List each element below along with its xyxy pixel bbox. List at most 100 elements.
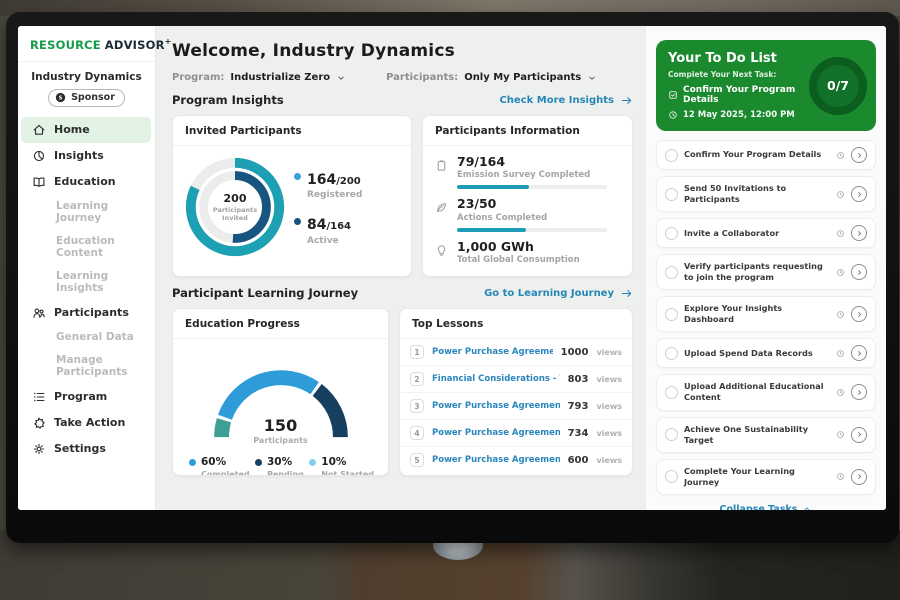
task-open-button[interactable] bbox=[851, 147, 867, 163]
todo-panel: Your To Do List Complete Your Next Task:… bbox=[645, 26, 886, 510]
task-open-button[interactable] bbox=[851, 225, 867, 241]
sponsor-label: Sponsor bbox=[71, 92, 115, 103]
task-row-send-50-invitations-to-participants[interactable]: Send 50 Invitations to Participants bbox=[656, 176, 876, 212]
photo-scene: RESOURCE ADVISOR+ Industry Dynamics S Sp… bbox=[0, 0, 900, 600]
program-filter-dropdown[interactable]: Program: Industrialize Zero bbox=[172, 72, 346, 83]
todo-next-task-label: Confirm Your Program Details bbox=[683, 85, 803, 105]
task-row-upload-additional-educational-content[interactable]: Upload Additional Educational Content bbox=[656, 374, 876, 410]
task-open-button[interactable] bbox=[851, 345, 867, 361]
check-more-insights-link[interactable]: Check More Insights bbox=[499, 94, 633, 107]
task-row-verify-participants-requesting-to-join-the-program[interactable]: Verify participants requesting to join t… bbox=[656, 254, 876, 290]
progress-bar-fill bbox=[457, 185, 529, 189]
info-label: Emission Survey Completed bbox=[457, 170, 607, 180]
sidebar-item-label: Learning Journey bbox=[56, 200, 141, 224]
lesson-link[interactable]: Power Purchase Agreements 102 bbox=[432, 428, 560, 438]
task-label: Verify participants requesting to join t… bbox=[684, 261, 830, 283]
info-value: 23/50 bbox=[457, 197, 607, 211]
sidebar-item-insights[interactable]: Insights bbox=[18, 143, 155, 169]
legend-label: Registered bbox=[307, 190, 362, 200]
collapse-tasks-link[interactable]: Collapse Tasks bbox=[656, 501, 876, 510]
legend-value: 164 bbox=[307, 172, 336, 188]
task-row-complete-your-learning-journey[interactable]: Complete Your Learning Journey bbox=[656, 459, 876, 495]
sidebar-item-education[interactable]: Education bbox=[18, 169, 155, 195]
task-time-icon bbox=[836, 388, 845, 397]
task-checkbox[interactable] bbox=[665, 428, 678, 441]
lesson-row: 1 Power Purchase Agreements 101 1000 vie… bbox=[400, 339, 632, 366]
monitor-bezel: RESOURCE ADVISOR+ Industry Dynamics S Sp… bbox=[6, 12, 899, 543]
task-checkbox[interactable] bbox=[665, 266, 678, 279]
journey-cards-row: Education Progress 150 Participants bbox=[172, 308, 633, 476]
sidebar-nav: Home Insights Education bbox=[18, 117, 155, 462]
lesson-rank: 5 bbox=[410, 453, 424, 467]
legend-label: Active bbox=[307, 236, 351, 246]
lesson-link[interactable]: Financial Considerations - VPPAs bbox=[432, 374, 560, 384]
sidebar-item-manage-participants[interactable]: Manage Participants bbox=[18, 349, 155, 384]
task-checkbox[interactable] bbox=[665, 386, 678, 399]
sidebar-item-participants[interactable]: Participants bbox=[18, 300, 155, 326]
program-insights-title: Program Insights bbox=[172, 93, 284, 107]
sidebar-item-learning-journey[interactable]: Learning Journey bbox=[18, 195, 155, 230]
collapse-tasks-label: Collapse Tasks bbox=[720, 504, 798, 510]
progress-bar-fill bbox=[457, 228, 526, 232]
info-row: 23/50 Actions Completed bbox=[435, 197, 620, 231]
chevron-down-icon bbox=[336, 73, 346, 83]
sidebar-item-label: Program bbox=[54, 390, 107, 403]
task-row-achieve-one-sustainability-target[interactable]: Achieve One Sustainability Target bbox=[656, 417, 876, 453]
sidebar-item-program[interactable]: Program bbox=[18, 384, 155, 410]
task-row-explore-your-insights-dashboard[interactable]: Explore Your Insights Dashboard bbox=[656, 296, 876, 332]
chevron-right-icon bbox=[855, 268, 864, 277]
go-to-learning-journey-link[interactable]: Go to Learning Journey bbox=[484, 287, 633, 300]
lesson-views-suffix: views bbox=[596, 375, 622, 384]
task-checkbox[interactable] bbox=[665, 470, 678, 483]
task-open-button[interactable] bbox=[851, 384, 867, 400]
task-open-button[interactable] bbox=[851, 306, 867, 322]
lesson-link[interactable]: Power Purchase Agreements 101 bbox=[432, 347, 553, 357]
legend-item: 10% Not Started bbox=[309, 456, 374, 476]
lesson-link[interactable]: Power Purchase Agreements 103 bbox=[432, 455, 560, 465]
task-row-invite-a-collaborator[interactable]: Invite a Collaborator bbox=[656, 218, 876, 248]
chevron-down-icon bbox=[587, 73, 597, 83]
info-value: 79/164 bbox=[457, 155, 607, 169]
task-checkbox[interactable] bbox=[665, 149, 678, 162]
sidebar-item-settings[interactable]: Settings bbox=[18, 436, 155, 462]
sidebar-item-general-data[interactable]: General Data bbox=[18, 326, 155, 349]
task-label: Send 50 Invitations to Participants bbox=[684, 183, 830, 205]
sidebar-item-take-action[interactable]: Take Action bbox=[18, 410, 155, 436]
sidebar-item-home[interactable]: Home bbox=[21, 117, 151, 143]
learning-journey-title: Participant Learning Journey bbox=[172, 286, 358, 300]
svg-text:S: S bbox=[59, 96, 63, 102]
task-time-icon bbox=[836, 190, 845, 199]
task-checkbox[interactable] bbox=[665, 188, 678, 201]
task-checkbox[interactable] bbox=[665, 308, 678, 321]
task-open-button[interactable] bbox=[851, 427, 867, 443]
sidebar-item-learning-insights[interactable]: Learning Insights bbox=[18, 265, 155, 300]
education-progress-title: Education Progress bbox=[173, 309, 388, 339]
check-more-insights-label: Check More Insights bbox=[499, 95, 614, 106]
sponsor-badge[interactable]: S Sponsor bbox=[48, 89, 125, 107]
sidebar-item-education-content[interactable]: Education Content bbox=[18, 230, 155, 265]
learning-journey-header: Participant Learning Journey Go to Learn… bbox=[172, 286, 633, 300]
actions-icon bbox=[435, 199, 448, 212]
participants-filter-dropdown[interactable]: Participants: Only My Participants bbox=[386, 72, 597, 83]
legend-dot bbox=[189, 459, 196, 466]
task-row-confirm-your-program-details[interactable]: Confirm Your Program Details bbox=[656, 140, 876, 170]
legend-dot bbox=[294, 218, 301, 225]
info-value: 1,000 GWh bbox=[457, 240, 580, 254]
task-open-button[interactable] bbox=[851, 469, 867, 485]
lesson-link[interactable]: Power Purchase Agreements 101 bbox=[432, 401, 560, 411]
dashboard-screen: RESOURCE ADVISOR+ Industry Dynamics S Sp… bbox=[18, 26, 886, 510]
gauge-label: Participants bbox=[191, 436, 371, 445]
task-open-button[interactable] bbox=[851, 264, 867, 280]
task-checkbox[interactable] bbox=[665, 227, 678, 240]
participants-icon bbox=[32, 306, 46, 320]
main-content: Welcome, Industry Dynamics Program: Indu… bbox=[156, 26, 645, 510]
task-open-button[interactable] bbox=[851, 186, 867, 202]
todo-progress-ring: 0/7 bbox=[809, 57, 867, 115]
task-time-icon bbox=[836, 472, 845, 481]
task-row-upload-spend-data-records[interactable]: Upload Spend Data Records bbox=[656, 338, 876, 368]
arrow-right-icon bbox=[620, 94, 633, 107]
chevron-right-icon bbox=[855, 229, 864, 238]
chevron-right-icon bbox=[855, 190, 864, 199]
task-checkbox[interactable] bbox=[665, 347, 678, 360]
legend-denominator: /200 bbox=[336, 176, 361, 187]
